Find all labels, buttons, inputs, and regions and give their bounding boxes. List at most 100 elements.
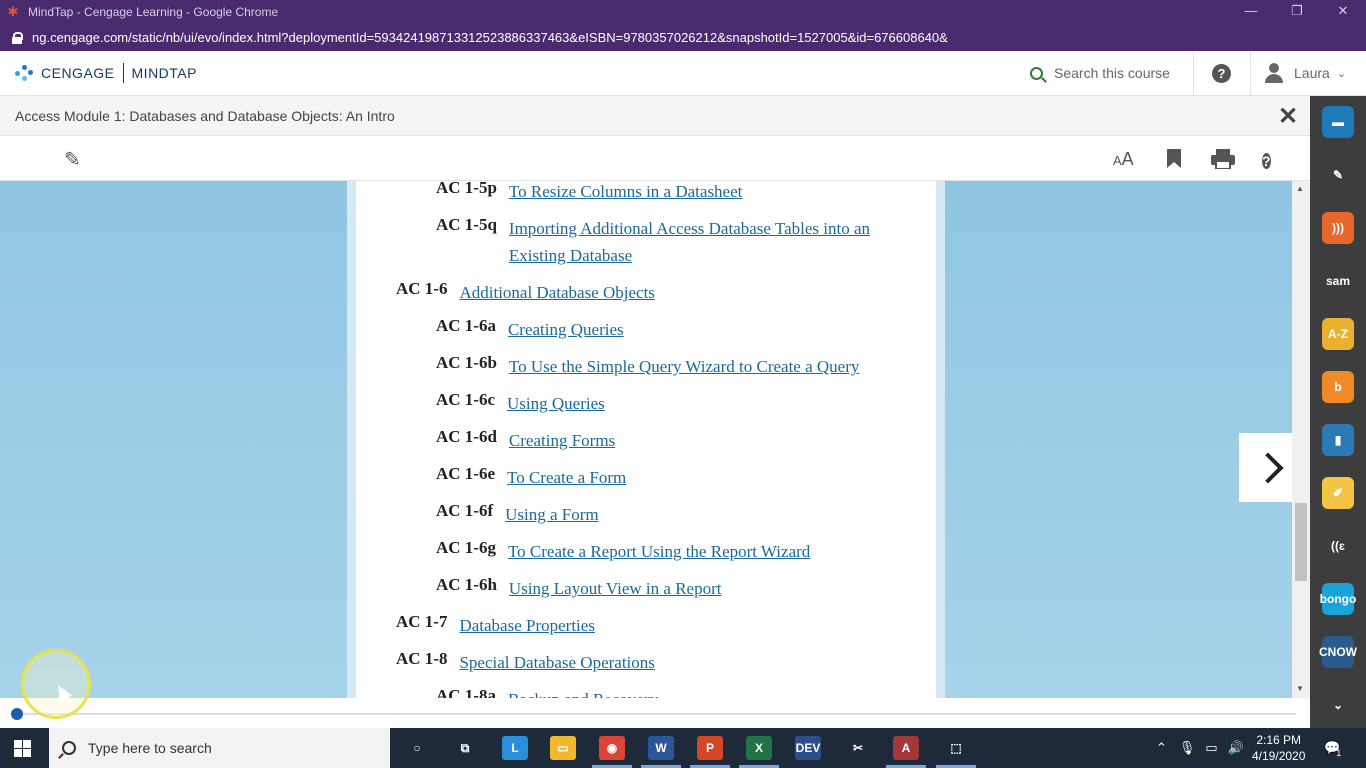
toc-link[interactable]: Using Queries bbox=[507, 390, 605, 417]
search-label[interactable]: Search this course bbox=[1054, 65, 1170, 81]
volume-icon[interactable]: 🔊 bbox=[1228, 740, 1244, 756]
module-title-bar: Access Module 1: Databases and Database … bbox=[0, 96, 1310, 136]
toc-number: AC 1-8 bbox=[396, 649, 448, 668]
snipping-icon[interactable]: ✂ bbox=[845, 736, 871, 760]
font-size-button[interactable]: AA bbox=[1113, 149, 1134, 170]
bookmark-icon[interactable] bbox=[1166, 149, 1182, 175]
help-icon[interactable]: ? bbox=[1262, 149, 1271, 172]
sam-icon[interactable]: sam bbox=[1322, 265, 1354, 297]
chevron-right-icon bbox=[1252, 451, 1284, 484]
toc-number: AC 1-6d bbox=[436, 427, 497, 446]
toc-link[interactable]: Using Layout View in a Report bbox=[509, 575, 722, 602]
toc-link[interactable]: Backup and Recovery bbox=[508, 686, 658, 698]
toc-link[interactable]: Database Properties bbox=[459, 612, 594, 639]
close-window-button[interactable]: ✕ bbox=[1320, 0, 1366, 24]
taskbar-search[interactable]: Type here to search bbox=[49, 728, 390, 768]
ebook-icon[interactable]: ▮ bbox=[1322, 424, 1354, 456]
scroll-down-icon[interactable]: ▼ bbox=[1296, 684, 1304, 693]
toc-link[interactable]: Special Database Operations bbox=[459, 649, 654, 676]
toc-item: AC 1-6d Creating Forms bbox=[436, 427, 916, 454]
user-name: Laura bbox=[1294, 65, 1330, 81]
toc-item: AC 1-6f Using a Form bbox=[436, 501, 916, 528]
restore-button[interactable]: ❐ bbox=[1274, 0, 1320, 24]
help-icon[interactable]: ? bbox=[1212, 64, 1231, 83]
address-bar[interactable]: ng.cengage.com/static/nb/ui/evo/index.ht… bbox=[0, 24, 1366, 51]
toc-link[interactable]: Additional Database Objects bbox=[459, 279, 654, 306]
windows-start-icon[interactable] bbox=[14, 740, 31, 757]
course-search[interactable]: Search this course bbox=[1030, 65, 1170, 81]
print-icon[interactable] bbox=[1211, 149, 1235, 175]
screen-sketch-icon[interactable]: ⬚ bbox=[943, 736, 969, 760]
devc-icon[interactable]: DEV bbox=[795, 736, 821, 760]
powerpoint-icon[interactable]: P bbox=[697, 736, 723, 760]
highlighter-icon[interactable]: ✎ bbox=[1322, 159, 1354, 191]
toc-link[interactable]: Creating Queries bbox=[508, 316, 624, 343]
excel-icon[interactable]: X bbox=[746, 736, 772, 760]
taskbar-search-placeholder[interactable]: Type here to search bbox=[88, 740, 212, 756]
notes-icon[interactable]: ✐ bbox=[1322, 477, 1354, 509]
toc-item: AC 1-5q Importing Additional Access Data… bbox=[436, 215, 926, 269]
b-icon[interactable]: b bbox=[1322, 371, 1354, 403]
toc-link[interactable]: To Resize Columns in a Datasheet bbox=[509, 181, 742, 205]
next-page-button[interactable] bbox=[1239, 433, 1292, 502]
chrome-icon[interactable]: ◉ bbox=[599, 736, 625, 760]
notifications-button[interactable]: 💬 1 bbox=[1324, 728, 1341, 768]
url-text[interactable]: ng.cengage.com/static/nb/ui/evo/index.ht… bbox=[32, 30, 948, 45]
user-icon bbox=[1264, 63, 1284, 83]
window-title: MindTap - Cengage Learning - Google Chro… bbox=[28, 5, 279, 19]
brand-cengage: CENGAGE bbox=[41, 65, 115, 81]
toc-number: AC 1-6g bbox=[436, 538, 496, 557]
more-icon[interactable]: ⌄ bbox=[1322, 689, 1354, 721]
pencil-icon[interactable]: ✎ bbox=[64, 147, 81, 172]
rss-icon[interactable]: ))) bbox=[1322, 212, 1354, 244]
toc-number: AC 1-6a bbox=[436, 316, 496, 335]
user-menu[interactable]: Laura ⌄ bbox=[1264, 63, 1346, 83]
app-header: CENGAGE MINDTAP Search this course ? Lau… bbox=[0, 51, 1366, 96]
taskbar-clock[interactable]: 2:16 PM 4/19/2020 bbox=[1252, 732, 1305, 764]
cortana-icon[interactable]: ○ bbox=[404, 736, 430, 760]
vertical-scrollbar[interactable]: ▲ ▼ bbox=[1292, 181, 1310, 698]
toc-number: AC 1-6b bbox=[436, 353, 497, 372]
reader-toolbar: ✎ AA ? bbox=[0, 136, 1310, 181]
toc-number: AC 1-6f bbox=[436, 501, 494, 520]
toc-number: AC 1-7 bbox=[396, 612, 448, 631]
lync-app-icon[interactable]: L bbox=[502, 736, 528, 760]
battery-icon[interactable]: ▭ bbox=[1205, 740, 1217, 756]
app-dock: ▬ ✎))) sam A-Z b ▮ ✐ ((ɛ bongo CNOW ⌄ bbox=[1310, 96, 1366, 728]
close-module-icon[interactable]: ✕ bbox=[1278, 102, 1298, 131]
taskview-icon[interactable]: ⧉ bbox=[452, 736, 478, 760]
access-icon[interactable]: A bbox=[893, 736, 919, 760]
scroll-thumb[interactable] bbox=[1295, 503, 1307, 581]
tray-chevron-icon[interactable]: ⌃ bbox=[1156, 740, 1167, 756]
microphone-icon[interactable]: 🎙 bbox=[1179, 740, 1196, 756]
dictionary-icon[interactable]: A-Z bbox=[1322, 318, 1354, 350]
bongo-icon[interactable]: bongo bbox=[1320, 583, 1356, 615]
toc-number: AC 1-6c bbox=[436, 390, 496, 409]
toc-link[interactable]: To Use the Simple Query Wizard to Create… bbox=[509, 353, 859, 380]
cengage-logo-icon bbox=[15, 63, 35, 83]
cnow-icon[interactable]: CNOW bbox=[1319, 636, 1357, 668]
file-explorer-icon[interactable]: ▭ bbox=[550, 736, 576, 760]
system-tray: ⌃ 🎙 ▭ 🔊 bbox=[1156, 728, 1244, 768]
chevron-down-icon: ⌄ bbox=[1336, 67, 1347, 80]
toc-link[interactable]: To Create a Report Using the Report Wiza… bbox=[508, 538, 810, 565]
lock-icon bbox=[12, 32, 23, 44]
briefcase-icon[interactable]: ▬ bbox=[1322, 106, 1354, 138]
windows-taskbar: Type here to search ○ ⧉ L ▭ ◉ W P X DEV ✂ A ⬚ ⌃ 🎙 ▭… bbox=[0, 728, 1366, 768]
reader-area: AC 1-5p To Resize Columns in a Datasheet… bbox=[0, 181, 1292, 698]
toc-link[interactable]: Importing Additional Access Database Tab… bbox=[509, 215, 926, 269]
toc-link[interactable]: To Create a Form bbox=[507, 464, 626, 491]
readspeaker-icon[interactable]: ((ɛ bbox=[1322, 530, 1354, 562]
scroll-up-icon[interactable]: ▲ bbox=[1296, 184, 1304, 193]
progress-handle[interactable] bbox=[11, 708, 23, 720]
toc-item: AC 1-6e To Create a Form bbox=[436, 464, 916, 491]
word-icon[interactable]: W bbox=[648, 736, 674, 760]
search-icon bbox=[62, 741, 76, 755]
minimize-button[interactable]: — bbox=[1228, 0, 1274, 24]
font-size-label-icon: A bbox=[1121, 149, 1134, 169]
toc-item: AC 1-6g To Create a Report Using the Rep… bbox=[436, 538, 926, 565]
toc-item: AC 1-6 Additional Database Objects bbox=[396, 279, 916, 306]
cengage-mindtap-logo[interactable]: CENGAGE MINDTAP bbox=[15, 63, 197, 83]
toc-link[interactable]: Creating Forms bbox=[509, 427, 615, 454]
toc-link[interactable]: Using a Form bbox=[505, 501, 599, 528]
